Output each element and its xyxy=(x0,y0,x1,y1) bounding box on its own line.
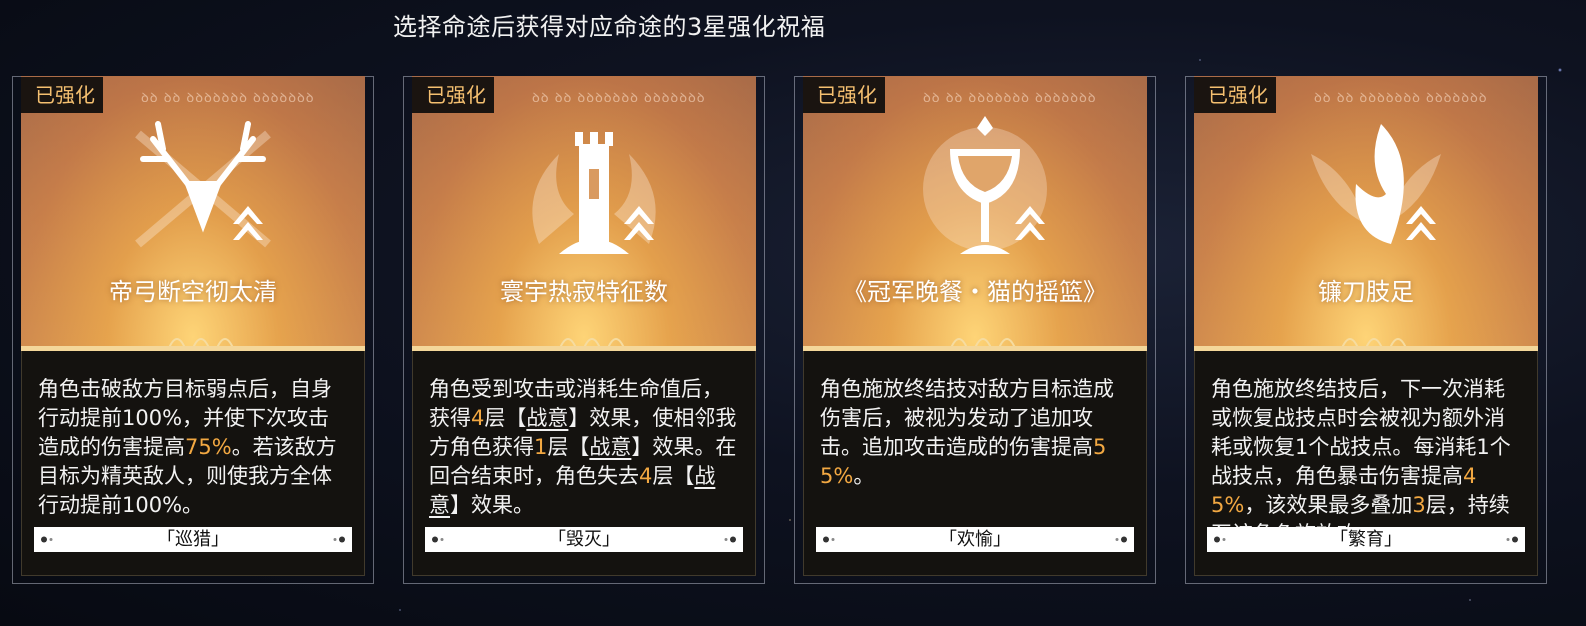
card-art: ꝺꝺ ꝺꝺ ꝺꝺꝺꝺꝺꝺꝺ ꝺꝺꝺꝺꝺꝺꝺ 寰宇热寂特征数 xyxy=(412,76,756,351)
rune-text: ꝺꝺ ꝺꝺ ꝺꝺꝺꝺꝺꝺꝺ ꝺꝺꝺꝺꝺꝺꝺ xyxy=(532,91,706,102)
blessing-name: 《冠军晚餐・猫的摇篮》 xyxy=(843,278,1107,306)
path-name: 「繁育」 xyxy=(1330,529,1402,550)
highlight-value: 3 xyxy=(1412,493,1426,517)
flaming-tower-emblem-icon xyxy=(532,132,656,254)
rune-text: ꝺꝺ ꝺꝺ ꝺꝺꝺꝺꝺꝺꝺ ꝺꝺꝺꝺꝺꝺꝺ xyxy=(923,91,1097,102)
description-segment: 。 xyxy=(853,464,875,488)
path-name: 「毁灭」 xyxy=(548,529,620,550)
blessing-name: 寰宇热寂特征数 xyxy=(500,278,668,306)
three-star-rating-icon xyxy=(1341,338,1407,349)
blessing-description: 角色击破敌方目标弱点后，自身行动提前100%，并使下次攻击造成的伤害提高75%。… xyxy=(38,375,350,527)
blessing-description[interactable]: 角色施放终结技后，下一次消耗或恢复战技点时会被视为额外消耗或恢复1个战技点。每消… xyxy=(1211,375,1523,527)
path-name: 「欢愉」 xyxy=(939,529,1011,550)
highlight-value: 75% xyxy=(185,435,232,459)
path-tag: 「繁育」 xyxy=(1207,527,1525,552)
description-segment: 角色施放终结技对敌方目标造成伤害后，被视为发动了追加攻击。追加攻击造成的伤害提高 xyxy=(820,377,1114,459)
goblet-emblem-icon xyxy=(923,116,1047,254)
keyword-link[interactable]: 战意 xyxy=(526,406,568,430)
description-segment: 层【 xyxy=(547,435,590,459)
enhanced-badge: 已强化 xyxy=(803,77,885,113)
three-star-rating-icon xyxy=(559,338,625,349)
blessing-name: 镰刀肢足 xyxy=(1318,278,1414,306)
three-star-rating-icon xyxy=(168,338,234,349)
dot-ornament-icon xyxy=(1115,536,1127,543)
dot-ornament-icon xyxy=(724,536,736,543)
dot-ornament-icon xyxy=(1214,536,1226,543)
dot-ornament-icon xyxy=(333,536,345,543)
path-tag: 「巡猎」 xyxy=(34,527,352,552)
enhanced-badge: 已强化 xyxy=(21,77,103,113)
dot-ornament-icon xyxy=(41,536,53,543)
blessing-card-propagation[interactable]: ꝺꝺ ꝺꝺ ꝺꝺꝺꝺꝺꝺꝺ ꝺꝺꝺꝺꝺꝺꝺ 镰刀肢足 已强化 角色施放终结技后，… xyxy=(1185,76,1547,584)
description-panel: 角色受到攻击或消耗生命值后，获得4层【战意】效果，使相邻我方角色获得1层【战意】… xyxy=(412,351,756,576)
rune-text: ꝺꝺ ꝺꝺ ꝺꝺꝺꝺꝺꝺꝺ ꝺꝺꝺꝺꝺꝺꝺ xyxy=(1314,91,1488,102)
blessing-card-hunt[interactable]: ꝺꝺ ꝺꝺ ꝺꝺꝺꝺꝺꝺꝺ ꝺꝺꝺꝺꝺꝺꝺ 帝弓断空彻太清 已强化 角色击破敌方… xyxy=(12,76,374,584)
description-segment: 层【 xyxy=(652,464,695,488)
scythe-limb-emblem-icon xyxy=(1311,124,1441,244)
card-art: ꝺꝺ ꝺꝺ ꝺꝺꝺꝺꝺꝺꝺ ꝺꝺꝺꝺꝺꝺꝺ 帝弓断空彻太清 xyxy=(21,76,365,351)
description-panel: 角色击破敌方目标弱点后，自身行动提前100%，并使下次攻击造成的伤害提高75%。… xyxy=(21,351,365,576)
page-title: 选择命途后获得对应命途的3星强化祝福 xyxy=(393,13,826,41)
blessing-card-destruction[interactable]: ꝺꝺ ꝺꝺ ꝺꝺꝺꝺꝺꝺꝺ ꝺꝺꝺꝺꝺꝺꝺ 寰宇热寂特征数 已强化 角色受到攻击… xyxy=(403,76,765,584)
rune-text: ꝺꝺ ꝺꝺ ꝺꝺꝺꝺꝺꝺꝺ ꝺꝺꝺꝺꝺꝺꝺ xyxy=(141,91,315,102)
description-segment: 层【 xyxy=(484,406,527,430)
description-panel: 角色施放终结技后，下一次消耗或恢复战技点时会被视为额外消耗或恢复1个战技点。每消… xyxy=(1194,351,1538,576)
dot-ornament-icon xyxy=(823,536,835,543)
blessing-description: 角色施放终结技对敌方目标造成伤害后，被视为发动了追加攻击。追加攻击造成的伤害提高… xyxy=(820,375,1132,527)
dot-ornament-icon xyxy=(432,536,444,543)
card-art: ꝺꝺ ꝺꝺ ꝺꝺꝺꝺꝺꝺꝺ ꝺꝺꝺꝺꝺꝺꝺ 镰刀肢足 xyxy=(1194,76,1538,351)
blessing-description: 角色受到攻击或消耗生命值后，获得4层【战意】效果，使相邻我方角色获得1层【战意】… xyxy=(429,375,741,527)
description-segment: 】效果。 xyxy=(450,493,534,517)
path-tag: 「毁灭」 xyxy=(425,527,743,552)
blessing-name: 帝弓断空彻太清 xyxy=(109,278,277,306)
antler-bow-emblem-icon xyxy=(135,121,271,248)
enhanced-badge: 已强化 xyxy=(1194,77,1276,113)
path-tag: 「欢愉」 xyxy=(816,527,1134,552)
card-art: ꝺꝺ ꝺꝺ ꝺꝺꝺꝺꝺꝺꝺ ꝺꝺꝺꝺꝺꝺꝺ 《冠军晚餐・猫的摇篮》 xyxy=(803,76,1147,351)
enhanced-badge: 已强化 xyxy=(412,77,494,113)
description-segment: ，该效果最多叠加 xyxy=(1244,493,1413,517)
blessing-card-elation[interactable]: ꝺꝺ ꝺꝺ ꝺꝺꝺꝺꝺꝺꝺ ꝺꝺꝺꝺꝺꝺꝺ 《冠军晚餐・猫的摇篮》 已强化 角色… xyxy=(794,76,1156,584)
three-star-rating-icon xyxy=(950,338,1016,349)
keyword-link[interactable]: 战意 xyxy=(589,435,631,459)
highlight-value: 1 xyxy=(534,435,548,459)
highlight-value: 4 xyxy=(639,464,653,488)
description-panel: 角色施放终结技对敌方目标造成伤害后，被视为发动了追加攻击。追加攻击造成的伤害提高… xyxy=(803,351,1147,576)
dot-ornament-icon xyxy=(1506,536,1518,543)
highlight-value: 4 xyxy=(471,406,485,430)
path-name: 「巡猎」 xyxy=(157,529,229,550)
